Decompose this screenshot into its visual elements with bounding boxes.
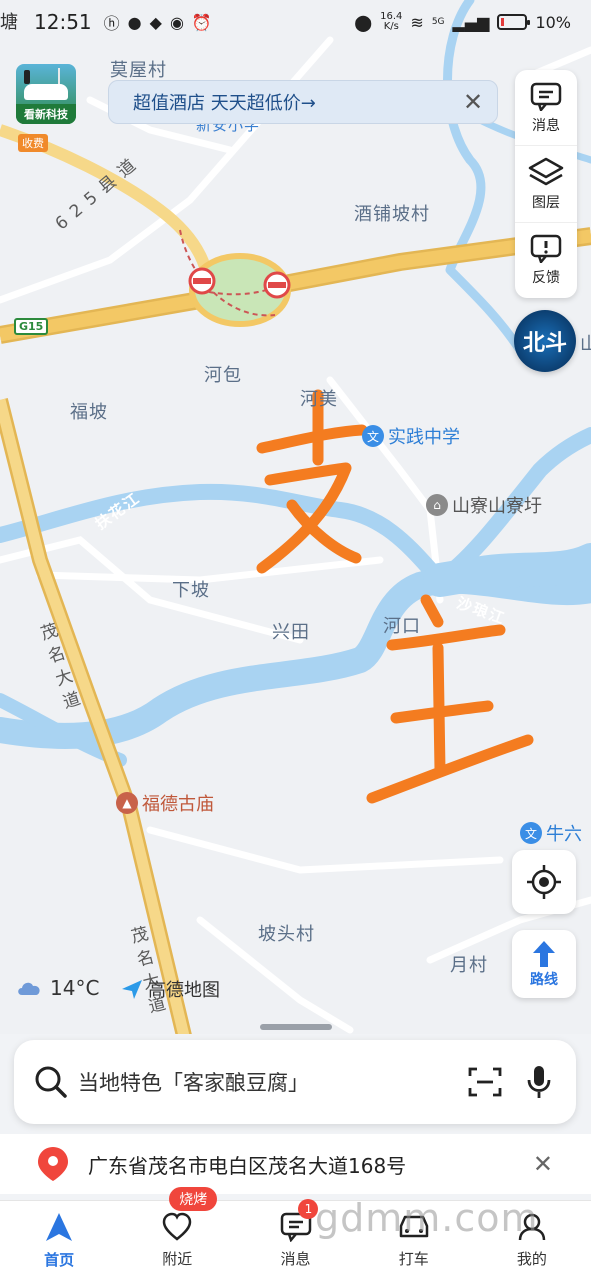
- place-label: 坡头村: [258, 924, 315, 945]
- locate-button[interactable]: [512, 850, 576, 914]
- tab-home[interactable]: 首页: [0, 1201, 118, 1280]
- place-label: 河美: [300, 389, 338, 410]
- address-text: 广东省茂名市电白区茂名大道168号: [88, 1153, 407, 1178]
- watermark: gdmm.com: [315, 1196, 539, 1240]
- place-label: 兴田: [272, 622, 310, 643]
- tab-nearby[interactable]: 烧烤 附近: [118, 1187, 236, 1280]
- location-icon: ⬤: [354, 12, 373, 32]
- toll-tag: 收费: [18, 134, 48, 152]
- message-icon: [530, 82, 562, 111]
- alarm-icon: ⏰: [191, 12, 212, 32]
- eye-icon: ◉: [169, 12, 184, 32]
- microphone-icon[interactable]: [526, 1064, 552, 1100]
- battery-percent: 10%: [535, 12, 571, 32]
- poi-school-2[interactable]: 文 牛六: [520, 820, 582, 846]
- wifi-icon: ≋: [410, 12, 424, 32]
- place-label: 莫屋村: [110, 60, 167, 81]
- car-icon: [24, 84, 68, 100]
- battery-icon: [497, 14, 531, 30]
- poi-temple[interactable]: ▲ 福德古庙: [116, 790, 214, 816]
- route-arrow-icon: [533, 941, 555, 967]
- sheet-drag-handle[interactable]: [260, 1024, 332, 1030]
- school-icon: 文: [362, 425, 384, 447]
- map-brand: 高德地图: [120, 976, 220, 1002]
- poi-school[interactable]: 文 实践中学: [362, 423, 460, 449]
- close-icon[interactable]: ✕: [449, 88, 497, 116]
- temple-icon: ▲: [116, 792, 138, 814]
- place-label: 福坡: [70, 402, 108, 423]
- hd-icon: ⓗ: [103, 14, 120, 33]
- promo-banner[interactable]: 超值酒店 天天超低价→ ✕: [108, 80, 498, 124]
- wechat-icon: ●: [127, 12, 142, 32]
- current-address-bar[interactable]: 广东省茂名市电白区茂名大道168号 ✕: [0, 1134, 591, 1194]
- feedback-icon: [530, 235, 562, 264]
- close-icon[interactable]: ✕: [533, 1150, 553, 1178]
- cloud-icon: [18, 982, 40, 995]
- messages-button[interactable]: 消息: [515, 70, 577, 147]
- place-label: 河口: [383, 616, 421, 637]
- status-bar: 12:51 ⓗ ● ◆ ◉ ⏰ ⬤ 16.4 K/s ≋ 5G ▂▄▆ 10%: [0, 0, 591, 44]
- layers-icon: [528, 157, 564, 186]
- heart-icon: [163, 1212, 192, 1241]
- highway-badge: G15: [14, 318, 49, 335]
- place-label: 月村: [450, 955, 488, 976]
- nearby-badge: 烧烤: [169, 1187, 218, 1211]
- crosshair-icon: [527, 865, 561, 899]
- scan-icon[interactable]: [468, 1067, 502, 1097]
- market-icon: ⌂: [426, 494, 448, 516]
- weather-widget[interactable]: 14°C: [16, 976, 99, 1000]
- route-button[interactable]: 路线: [512, 930, 576, 998]
- search-placeholder: 当地特色「客家酿豆腐」: [78, 1071, 309, 1095]
- poi-market[interactable]: ⌂ 山寮山寮圩: [426, 492, 542, 518]
- net-speed: 16.4 K/s: [380, 11, 403, 32]
- location-pin-icon: [38, 1147, 68, 1181]
- search-icon: [35, 1066, 67, 1098]
- network-type: 5G: [431, 17, 445, 27]
- navigation-arrow-icon: [46, 1213, 73, 1241]
- status-time: 12:51: [34, 10, 92, 34]
- place-label-edge: 山: [580, 334, 591, 355]
- map-tools-panel: 消息 图层 反馈: [515, 70, 577, 298]
- layers-button[interactable]: 图层: [515, 146, 577, 223]
- place-label: 河包: [204, 365, 242, 386]
- banner-text: 超值酒店 天天超低价→: [133, 93, 316, 114]
- place-label: 酒铺坡村: [354, 204, 430, 225]
- app-promo-logo[interactable]: 看新科技: [16, 64, 76, 124]
- amap-logo-icon: [122, 980, 142, 999]
- signal-icon: ▂▄▆: [452, 12, 490, 32]
- place-label: 下坡: [172, 580, 210, 601]
- search-bar[interactable]: 当地特色「客家酿豆腐」: [14, 1040, 576, 1124]
- chat-icon: ◆: [149, 12, 162, 32]
- beidou-button[interactable]: 北斗: [514, 310, 576, 372]
- feedback-button[interactable]: 反馈: [515, 223, 577, 298]
- school-icon: 文: [520, 822, 542, 844]
